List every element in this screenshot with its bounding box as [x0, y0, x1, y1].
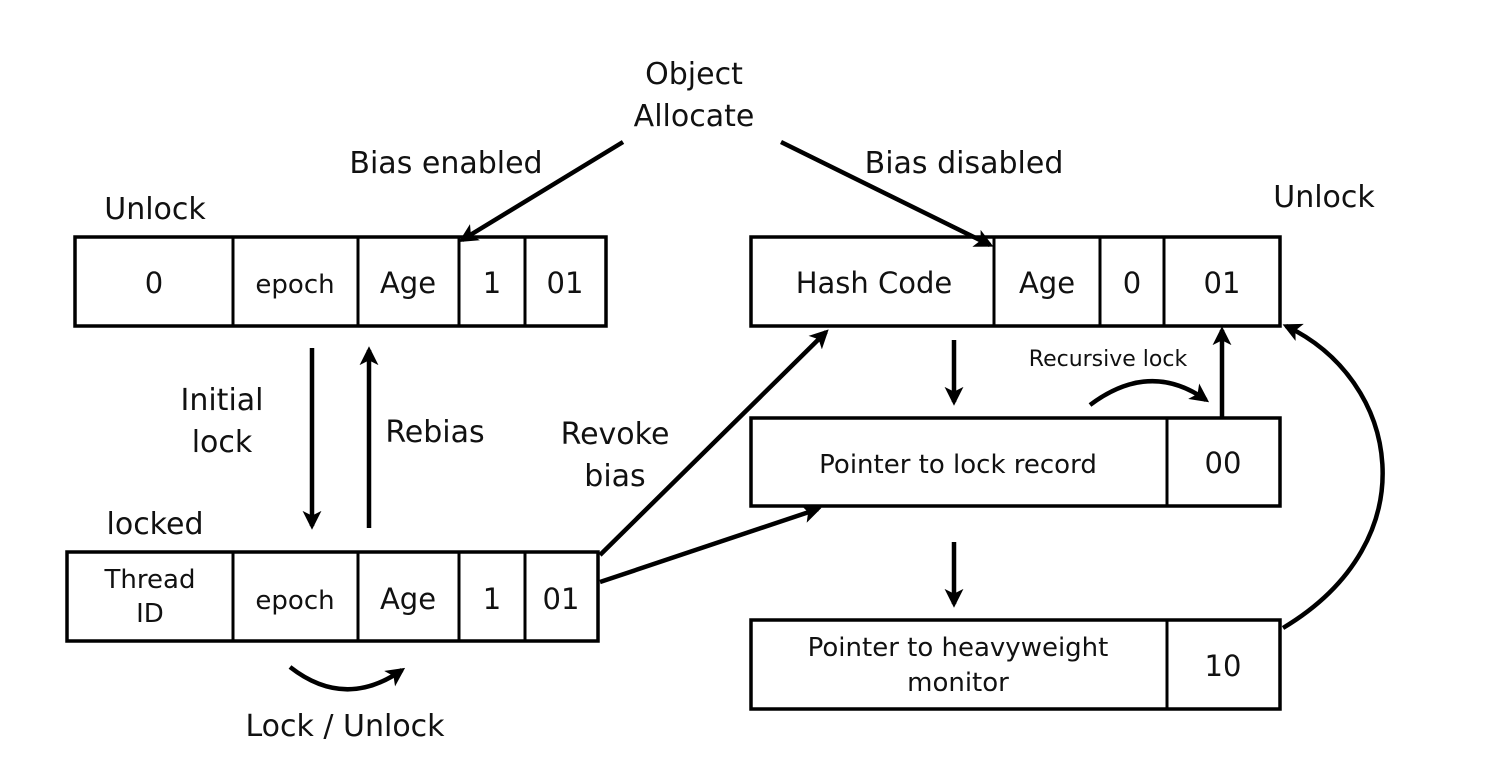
label-recursive-lock: Recursive lock: [1029, 347, 1188, 372]
cell-monitor-pointer-1: Pointer to heavyweight: [808, 633, 1109, 663]
arrow-heavyweight-unlock: [1281, 323, 1385, 630]
box-biased-locked: Thread ID epoch Age 1 01: [65, 550, 600, 643]
label-revoke-bias-2: bias: [584, 459, 645, 494]
label-revoke-bias-1: Revoke: [561, 417, 670, 452]
arrow-recursive-lock: [1088, 379, 1210, 407]
cell-age: Age: [380, 266, 436, 300]
box-biased-unlocked: 0 epoch Age 1 01: [73, 235, 608, 328]
label-unlock-right: Unlock: [1273, 180, 1375, 215]
label-rebias: Rebias: [385, 415, 484, 450]
cell-hash-code: Hash Code: [796, 266, 953, 300]
cell-lock-bits: 00: [1205, 446, 1242, 480]
label-locked: locked: [107, 507, 204, 542]
cell-biased-bit: 0: [1123, 266, 1141, 300]
cell-lock-bits: 01: [543, 582, 580, 616]
cell-epoch: epoch: [255, 586, 334, 616]
label-bias-enabled: Bias enabled: [349, 146, 542, 181]
box-heavyweight-locked: Pointer to heavyweight monitor 10: [749, 618, 1282, 711]
box-normal-unlocked: Hash Code Age 0 01: [749, 235, 1282, 328]
cell-epoch: epoch: [255, 270, 334, 300]
cell-lock-bits: 01: [1204, 266, 1241, 300]
label-bias-disabled: Bias disabled: [865, 146, 1064, 181]
cell-biased-bit: 1: [483, 582, 501, 616]
cell-thread-id-1: Thread: [104, 565, 196, 595]
lock-state-diagram: Object Allocate Bias enabled Bias disabl…: [65, 57, 1385, 744]
label-initial-lock-1: Initial: [180, 383, 263, 418]
cell-lock-record-pointer: Pointer to lock record: [819, 450, 1097, 480]
box-lightweight-locked: Pointer to lock record 00: [749, 416, 1282, 508]
cell-lock-bits: 01: [547, 266, 584, 300]
arrow-lock-unlock: [288, 665, 406, 692]
label-unlock-left: Unlock: [104, 192, 206, 227]
cell-age: Age: [1019, 266, 1075, 300]
label-lock-unlock: Lock / Unlock: [245, 709, 445, 744]
cell-thread-id-2: ID: [136, 599, 164, 629]
cell-monitor-pointer-2: monitor: [907, 668, 1009, 698]
cell-lock-bits: 10: [1205, 649, 1242, 683]
title-line-1: Object: [645, 57, 743, 92]
title-line-2: Allocate: [634, 99, 755, 134]
cell-biased-bit: 1: [483, 266, 501, 300]
cell-bits: 0: [145, 266, 163, 300]
cell-age: Age: [380, 582, 436, 616]
label-initial-lock-2: lock: [192, 425, 253, 460]
